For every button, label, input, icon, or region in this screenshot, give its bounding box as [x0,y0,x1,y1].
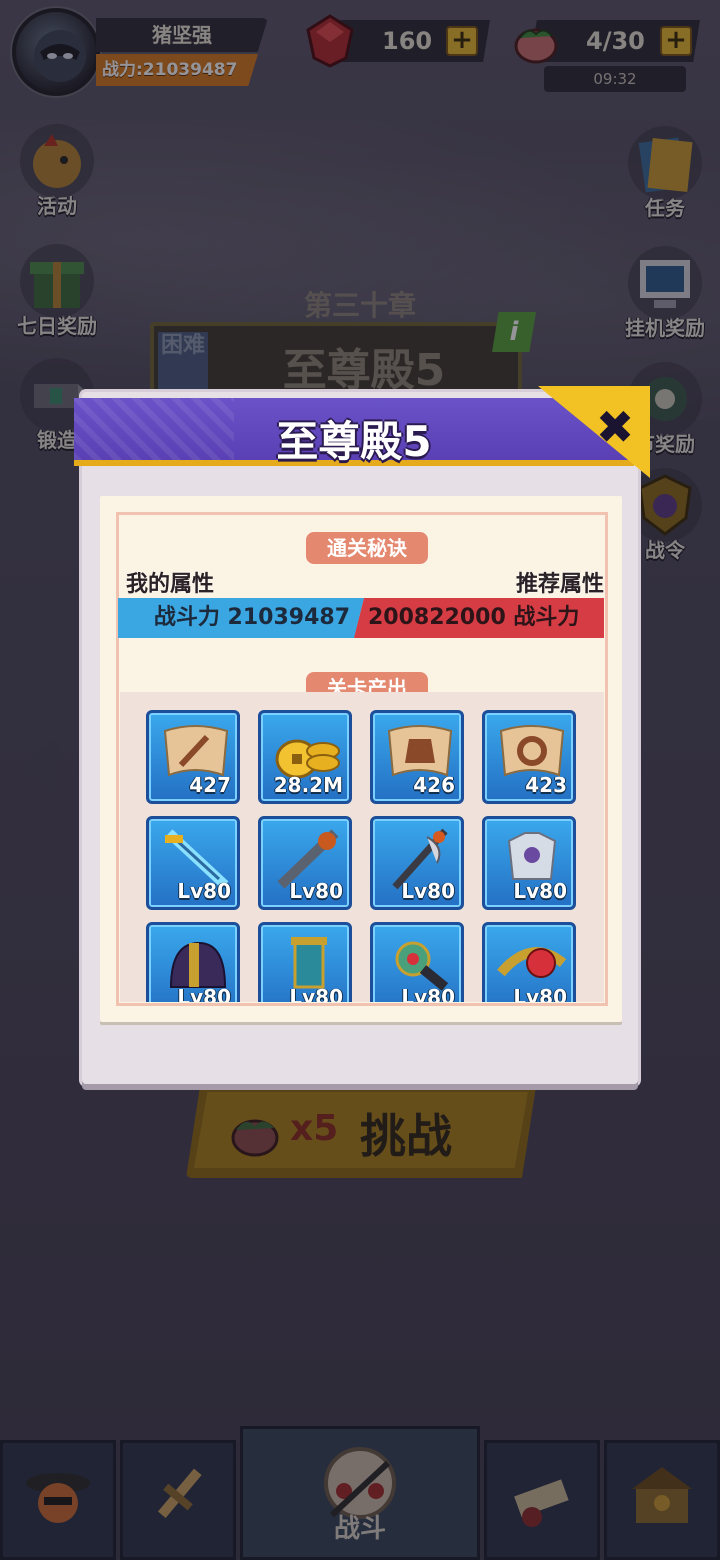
dialog-header: 至尊殿5 [74,398,634,466]
dialog-title: 至尊殿5 [276,417,432,466]
drop-qty: 427 [189,773,231,797]
drop-item-halberd[interactable]: Lv80 [370,816,464,910]
drop-qty: Lv80 [289,879,343,903]
drop-qty: 28.2M [273,773,343,797]
drop-item-golden-boots[interactable]: Lv80 [258,922,352,1002]
drop-item-dark-helm[interactable]: Lv80 [146,922,240,1002]
drop-item-jade-glove[interactable]: Lv80 [370,922,464,1002]
dialog-content-paper: 通关秘诀 我的属性 推荐属性 战斗力 21039487 200822000 战斗… [100,496,622,1022]
drops-grid: 427 28.2M 426 423 Lv80 Lv80 Lv80 Lv80 Lv… [120,692,604,1002]
drop-item-ruby-ring[interactable]: Lv80 [482,922,576,1002]
drop-qty: Lv80 [401,879,455,903]
power-comparison-bar: 战斗力 21039487 200822000 战斗力 [118,598,604,638]
drop-qty: Lv80 [289,985,343,1002]
clear-tips-tag: 通关秘诀 [306,532,428,564]
drop-qty: Lv80 [177,879,231,903]
drop-item-ring-scroll[interactable]: 423 [482,710,576,804]
recommended-attributes-label: 推荐属性 [515,572,604,597]
my-attributes-label: 我的属性 [126,572,215,597]
drop-item-gold-coins[interactable]: 28.2M [258,710,352,804]
drop-qty: 423 [525,773,567,797]
my-power-value: 战斗力 21039487 [118,598,364,638]
drop-item-dark-sword[interactable]: Lv80 [258,816,352,910]
drop-qty: Lv80 [513,879,567,903]
stage-detail-dialog: 至尊殿5 ✖ 通关秘诀 我的属性 推荐属性 战斗力 21039487 20082… [74,386,650,1084]
drop-qty: 426 [413,773,455,797]
drop-item-ice-blade[interactable]: Lv80 [146,816,240,910]
drop-qty: Lv80 [513,985,567,1002]
drop-item-silver-armor[interactable]: Lv80 [482,816,576,910]
drop-qty: Lv80 [177,985,231,1002]
drop-item-weapon-scroll[interactable]: 427 [146,710,240,804]
drop-qty: Lv80 [401,985,455,1002]
drop-item-armor-scroll[interactable]: 426 [370,710,464,804]
recommended-power-value: 200822000 战斗力 [354,598,604,638]
close-icon[interactable]: ✖ [590,402,640,452]
